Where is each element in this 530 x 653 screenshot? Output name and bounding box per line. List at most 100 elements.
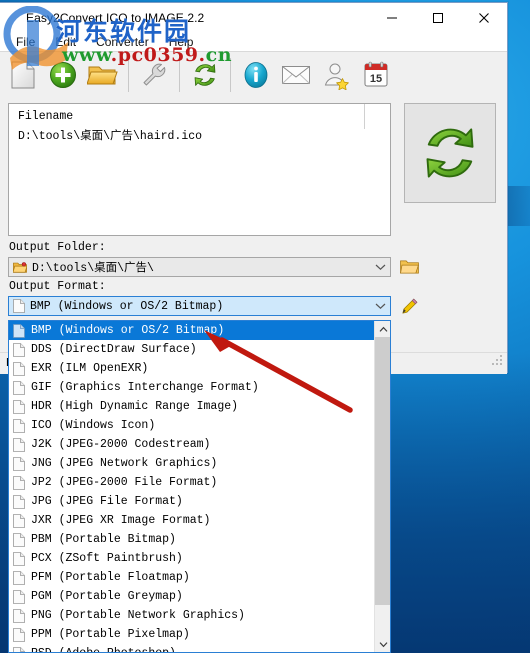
menu-item-help[interactable]: Help bbox=[159, 33, 204, 51]
file-icon bbox=[13, 475, 25, 490]
preview-panel[interactable] bbox=[404, 103, 496, 203]
dropdown-item-pcx[interactable]: PCX (ZSoft Paintbrush) bbox=[9, 549, 374, 568]
dropdown-item-label: EXR (ILM OpenEXR) bbox=[31, 362, 149, 375]
file-list-header-filename: Filename bbox=[18, 110, 74, 123]
dropdown-item-j2k[interactable]: J2K (JPEG-2000 Codestream) bbox=[9, 435, 374, 454]
file-icon bbox=[13, 361, 25, 376]
add-green-plus-icon bbox=[50, 61, 76, 88]
dropdown-item-pgm[interactable]: PGM (Portable Greymap) bbox=[9, 587, 374, 606]
dropdown-item-dds[interactable]: DDS (DirectDraw Surface) bbox=[9, 340, 374, 359]
dropdown-item-label: PPM (Portable Pixelmap) bbox=[31, 628, 190, 641]
file-icon bbox=[13, 380, 25, 395]
add-files-button[interactable] bbox=[44, 54, 82, 96]
dropdown-item-ppm[interactable]: PPM (Portable Pixelmap) bbox=[9, 625, 374, 644]
dropdown-item-label: JXR (JPEG XR Image Format) bbox=[31, 514, 211, 527]
output-folder-combobox[interactable]: D:\tools\桌面\广告\ bbox=[8, 257, 391, 277]
wrench-icon bbox=[143, 63, 166, 85]
calendar-button[interactable]: 15 bbox=[357, 54, 395, 96]
refresh-green-arrows-icon bbox=[426, 128, 474, 178]
dropdown-item-label: DDS (DirectDraw Surface) bbox=[31, 343, 197, 356]
title-bar[interactable]: Easy2Convert ICO to IMAGE 2.2 bbox=[0, 3, 507, 33]
scroll-down-button[interactable] bbox=[375, 636, 390, 652]
minimize-button[interactable] bbox=[369, 3, 415, 33]
output-format-combobox[interactable]: BMP (Windows or OS/2 Bitmap) bbox=[8, 296, 391, 316]
chevron-down-icon[interactable] bbox=[375, 297, 386, 315]
new-file-icon bbox=[11, 61, 35, 88]
dropdown-item-psd[interactable]: PSD (Adobe Photoshop) bbox=[9, 644, 374, 652]
file-icon bbox=[13, 608, 25, 623]
toolbar-separator-1 bbox=[128, 57, 129, 92]
pencil-icon bbox=[401, 298, 417, 314]
info-blue-circle-icon bbox=[244, 61, 268, 88]
dropdown-item-label: ICO (Windows Icon) bbox=[31, 419, 156, 432]
options-button[interactable] bbox=[135, 54, 173, 96]
user-star-icon bbox=[324, 63, 349, 90]
maximize-button[interactable] bbox=[415, 3, 461, 33]
dropdown-item-bmp[interactable]: BMP (Windows or OS/2 Bitmap) bbox=[9, 321, 374, 340]
file-icon bbox=[13, 418, 25, 433]
dropdown-item-jpg[interactable]: JPG (JPEG File Format) bbox=[9, 492, 374, 511]
window-controls bbox=[369, 3, 507, 33]
dropdown-item-label: JP2 (JPEG-2000 File Format) bbox=[31, 476, 218, 489]
dropdown-item-label: JPG (JPEG File Format) bbox=[31, 495, 183, 508]
dropdown-item-label: PBM (Portable Bitmap) bbox=[31, 533, 176, 546]
dropdown-item-label: JNG (JPEG Network Graphics) bbox=[31, 457, 218, 470]
dropdown-item-png[interactable]: PNG (Portable Network Graphics) bbox=[9, 606, 374, 625]
dropdown-item-pbm[interactable]: PBM (Portable Bitmap) bbox=[9, 530, 374, 549]
file-icon bbox=[13, 399, 25, 414]
dropdown-item-label: BMP (Windows or OS/2 Bitmap) bbox=[31, 324, 225, 337]
dropdown-scrollbar[interactable] bbox=[374, 321, 390, 652]
menu-item-file[interactable]: File bbox=[6, 33, 45, 51]
file-list-column-separator bbox=[364, 104, 365, 129]
file-icon bbox=[13, 570, 25, 585]
new-file-button[interactable] bbox=[4, 54, 42, 96]
register-button[interactable] bbox=[317, 54, 355, 96]
folder-icon bbox=[13, 261, 27, 273]
browse-folder-button[interactable] bbox=[398, 257, 420, 277]
window-title: Easy2Convert ICO to IMAGE 2.2 bbox=[26, 11, 205, 25]
dropdown-item-label: PGM (Portable Greymap) bbox=[31, 590, 183, 603]
convert-button[interactable] bbox=[186, 54, 224, 96]
toolbar-separator-3 bbox=[230, 57, 231, 92]
dropdown-item-label: J2K (JPEG-2000 Codestream) bbox=[31, 438, 211, 451]
dropdown-item-jng[interactable]: JNG (JPEG Network Graphics) bbox=[9, 454, 374, 473]
open-folder-button[interactable] bbox=[84, 54, 122, 96]
dropdown-item-label: PCX (ZSoft Paintbrush) bbox=[31, 552, 183, 565]
toolbar: 15 bbox=[0, 51, 507, 97]
dropdown-item-gif[interactable]: GIF (Graphics Interchange Format) bbox=[9, 378, 374, 397]
dropdown-item-ico[interactable]: ICO (Windows Icon) bbox=[9, 416, 374, 435]
resize-grip-icon[interactable] bbox=[491, 354, 504, 372]
file-icon bbox=[13, 342, 25, 357]
dropdown-item-exr[interactable]: EXR (ILM OpenEXR) bbox=[9, 359, 374, 378]
file-icon bbox=[13, 299, 25, 313]
dropdown-item-hdr[interactable]: HDR (High Dynamic Range Image) bbox=[9, 397, 374, 416]
output-format-dropdown-list[interactable]: BMP (Windows or OS/2 Bitmap) DDS (DirectD… bbox=[8, 320, 391, 653]
file-icon bbox=[13, 437, 25, 452]
file-list[interactable]: Filename D:\tools\桌面\广告\haird.ico bbox=[8, 103, 391, 236]
file-icon bbox=[13, 494, 25, 509]
list-item[interactable]: D:\tools\桌面\广告\haird.ico bbox=[9, 127, 390, 147]
dropdown-items: BMP (Windows or OS/2 Bitmap) DDS (DirectD… bbox=[9, 321, 374, 652]
file-icon bbox=[13, 646, 25, 652]
about-button[interactable] bbox=[237, 54, 275, 96]
output-format-label: Output Format: bbox=[9, 280, 106, 293]
menu-item-edit[interactable]: Edit bbox=[45, 33, 86, 51]
file-icon bbox=[13, 513, 25, 528]
edit-format-button[interactable] bbox=[398, 296, 420, 316]
dropdown-item-label: PNG (Portable Network Graphics) bbox=[31, 609, 245, 622]
scrollbar-thumb[interactable] bbox=[375, 337, 390, 605]
dropdown-item-jp2[interactable]: JP2 (JPEG-2000 File Format) bbox=[9, 473, 374, 492]
contact-button[interactable] bbox=[277, 54, 315, 96]
file-icon bbox=[13, 551, 25, 566]
output-folder-value: D:\tools\桌面\广告\ bbox=[32, 262, 154, 275]
menu-bar: File Edit Converter Help bbox=[0, 33, 507, 51]
close-button[interactable] bbox=[461, 3, 507, 33]
envelope-icon bbox=[282, 65, 310, 84]
menu-item-converter[interactable]: Converter bbox=[86, 33, 159, 51]
scroll-up-button[interactable] bbox=[375, 321, 390, 337]
dropdown-item-jxr[interactable]: JXR (JPEG XR Image Format) bbox=[9, 511, 374, 530]
open-folder-icon bbox=[399, 260, 419, 274]
dropdown-item-label: PFM (Portable Floatmap) bbox=[31, 571, 190, 584]
dropdown-item-pfm[interactable]: PFM (Portable Floatmap) bbox=[9, 568, 374, 587]
chevron-down-icon[interactable] bbox=[375, 258, 386, 276]
